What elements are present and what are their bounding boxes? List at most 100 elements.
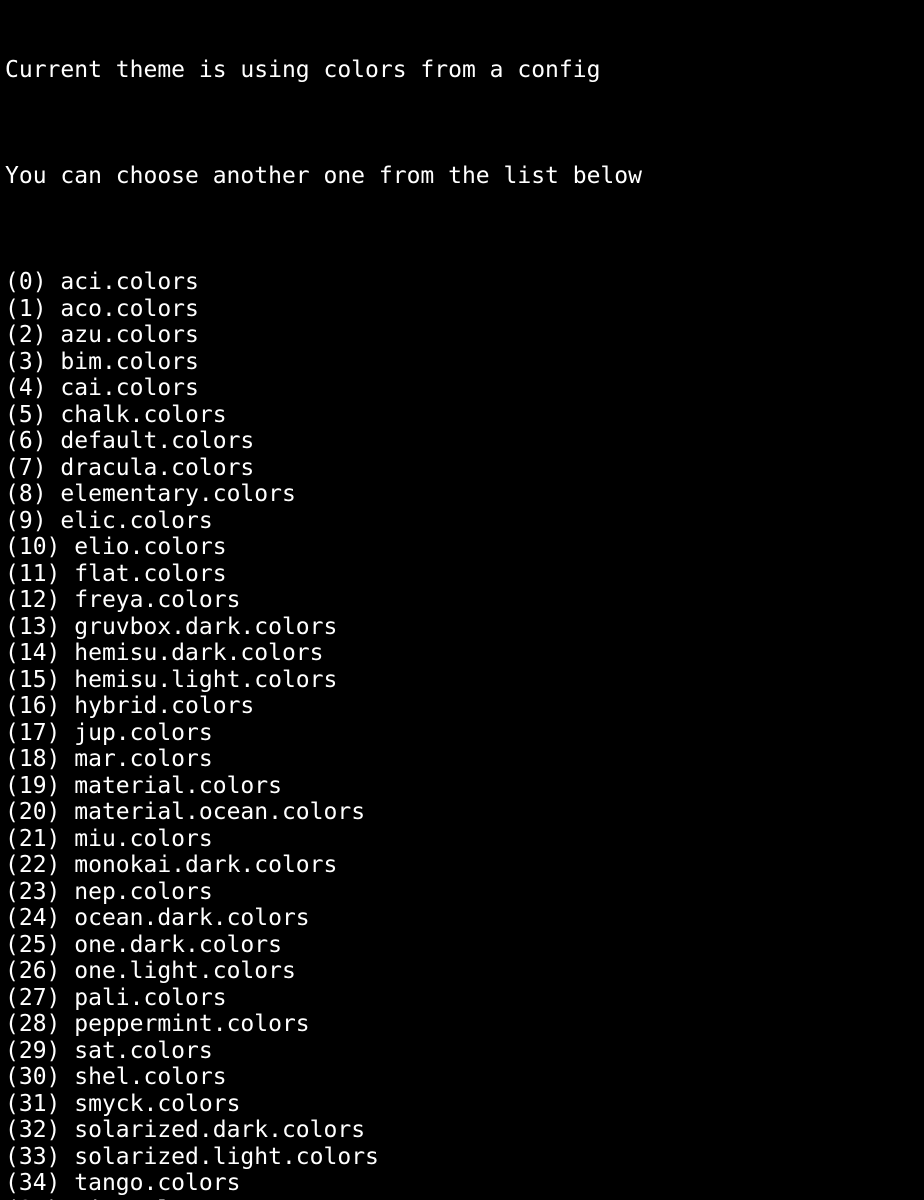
list-item-index: (9) bbox=[5, 507, 47, 534]
terminal-window[interactable]: Current theme is using colors from a con… bbox=[0, 0, 924, 1200]
list-item-label: mar.colors bbox=[74, 746, 213, 772]
list-item[interactable]: (1) aco.colors bbox=[5, 296, 642, 323]
list-item-index: (12) bbox=[5, 587, 61, 613]
list-item[interactable]: (11) flat.colors bbox=[5, 561, 642, 588]
list-item-index: (30) bbox=[5, 1064, 61, 1090]
list-item-label: default.colors bbox=[60, 428, 255, 454]
list-item-label: chalk.colors bbox=[60, 401, 227, 428]
list-item-label: jup.colors bbox=[74, 719, 213, 746]
list-item-label: dracula.colors bbox=[60, 454, 255, 481]
list-item-index: (10) bbox=[5, 534, 61, 560]
list-item-label: azu.colors bbox=[60, 322, 199, 348]
list-item[interactable]: (4) cai.colors bbox=[5, 375, 642, 402]
list-item[interactable]: (2) azu.colors bbox=[5, 322, 642, 349]
list-item[interactable]: (19) material.colors bbox=[5, 773, 642, 800]
list-item-label: peppermint.colors bbox=[74, 1011, 310, 1037]
list-item-index: (27) bbox=[5, 984, 61, 1011]
list-item[interactable]: (26) one.light.colors bbox=[5, 958, 642, 985]
list-item-index: (8) bbox=[5, 481, 47, 507]
list-item-index: (11) bbox=[5, 560, 61, 587]
list-item-label: hybrid.colors bbox=[74, 693, 255, 719]
list-item-index: (16) bbox=[5, 693, 61, 719]
list-item-index: (3) bbox=[5, 348, 47, 375]
list-item[interactable]: (16) hybrid.colors bbox=[5, 693, 642, 720]
list-item[interactable]: (35) tin.colors bbox=[5, 1197, 642, 1200]
list-item[interactable]: (13) gruvbox.dark.colors bbox=[5, 614, 642, 641]
list-item[interactable]: (8) elementary.colors bbox=[5, 481, 642, 508]
list-item[interactable]: (33) solarized.light.colors bbox=[5, 1144, 642, 1171]
list-item-label: cai.colors bbox=[60, 375, 199, 401]
list-item-label: material.ocean.colors bbox=[74, 799, 366, 825]
list-item-label: solarized.dark.colors bbox=[74, 1117, 366, 1143]
list-item[interactable]: (32) solarized.dark.colors bbox=[5, 1117, 642, 1144]
list-item-index: (6) bbox=[5, 428, 47, 454]
list-item[interactable]: (14) hemisu.dark.colors bbox=[5, 640, 642, 667]
list-item-label: material.colors bbox=[74, 772, 282, 799]
list-item-label: nep.colors bbox=[74, 878, 213, 905]
list-item-index: (23) bbox=[5, 878, 61, 905]
list-item-label: one.light.colors bbox=[74, 958, 296, 984]
list-item-index: (29) bbox=[5, 1037, 61, 1064]
list-item[interactable]: (18) mar.colors bbox=[5, 746, 642, 773]
list-item-label: tin.colors bbox=[74, 1197, 212, 1200]
list-item[interactable]: (24) ocean.dark.colors bbox=[5, 905, 642, 932]
list-item-index: (20) bbox=[5, 799, 61, 825]
list-item-index: (24) bbox=[5, 905, 61, 931]
list-item-label: elio.colors bbox=[74, 534, 227, 560]
list-item[interactable]: (21) miu.colors bbox=[5, 826, 642, 853]
list-item-index: (15) bbox=[5, 666, 61, 693]
list-item-label: tango.colors bbox=[74, 1170, 241, 1196]
list-item[interactable]: (30) shel.colors bbox=[5, 1064, 642, 1091]
scrolled-off-line: Current theme is using colors from a con… bbox=[5, 57, 601, 83]
list-item-label: monokai.dark.colors bbox=[74, 852, 338, 878]
list-item-index: (22) bbox=[5, 852, 61, 878]
list-item[interactable]: (10) elio.colors bbox=[5, 534, 642, 561]
theme-list: (0) aci.colors (1) aco.colors (2) azu.colo… bbox=[5, 269, 642, 1200]
list-item-label: shel.colors bbox=[74, 1064, 227, 1090]
list-item[interactable]: (6) default.colors bbox=[5, 428, 642, 455]
list-item-index: (0) bbox=[5, 269, 47, 295]
list-item[interactable]: (34) tango.colors bbox=[5, 1170, 642, 1197]
list-item[interactable]: (28) peppermint.colors bbox=[5, 1011, 642, 1038]
list-header-text: You can choose another one from the list… bbox=[5, 163, 642, 189]
list-item[interactable]: (23) nep.colors bbox=[5, 879, 642, 906]
list-item-label: aci.colors bbox=[60, 269, 199, 295]
list-item-index: (32) bbox=[5, 1117, 61, 1143]
list-item-label: ocean.dark.colors bbox=[74, 905, 310, 931]
list-item-label: flat.colors bbox=[74, 560, 227, 587]
list-item[interactable]: (27) pali.colors bbox=[5, 985, 642, 1012]
list-item-label: bim.colors bbox=[60, 348, 199, 375]
list-item[interactable]: (22) monokai.dark.colors bbox=[5, 852, 642, 879]
list-item-index: (7) bbox=[5, 454, 47, 481]
list-item[interactable]: (20) material.ocean.colors bbox=[5, 799, 642, 826]
terminal-screen: Current theme is using colors from a con… bbox=[5, 0, 642, 1200]
list-item[interactable]: (3) bim.colors bbox=[5, 349, 642, 376]
list-item-label: one.dark.colors bbox=[74, 931, 282, 958]
list-item[interactable]: (0) aci.colors bbox=[5, 269, 642, 296]
list-item-index: (21) bbox=[5, 825, 61, 852]
list-item-label: hemisu.light.colors bbox=[74, 666, 338, 693]
list-item[interactable]: (9) elic.colors bbox=[5, 508, 642, 535]
list-item-index: (13) bbox=[5, 613, 61, 640]
list-item-label: elic.colors bbox=[60, 507, 213, 534]
list-item-label: solarized.light.colors bbox=[74, 1143, 379, 1170]
list-item-label: aco.colors bbox=[60, 295, 199, 322]
list-item[interactable]: (7) dracula.colors bbox=[5, 455, 642, 482]
list-item-index: (25) bbox=[5, 931, 61, 958]
list-item[interactable]: (29) sat.colors bbox=[5, 1038, 642, 1065]
list-item-label: sat.colors bbox=[74, 1037, 213, 1064]
list-item-label: pali.colors bbox=[74, 984, 227, 1011]
list-item-label: miu.colors bbox=[74, 825, 213, 852]
list-item-index: (18) bbox=[5, 746, 61, 772]
list-item-label: gruvbox.dark.colors bbox=[74, 613, 338, 640]
list-item[interactable]: (17) jup.colors bbox=[5, 720, 642, 747]
list-item-label: elementary.colors bbox=[60, 481, 296, 507]
list-item[interactable]: (25) one.dark.colors bbox=[5, 932, 642, 959]
list-item-label: freya.colors bbox=[74, 587, 241, 613]
list-item[interactable]: (15) hemisu.light.colors bbox=[5, 667, 642, 694]
list-item-index: (34) bbox=[5, 1170, 61, 1196]
list-item[interactable]: (5) chalk.colors bbox=[5, 402, 642, 429]
list-item[interactable]: (31) smyck.colors bbox=[5, 1091, 642, 1118]
list-item-index: (26) bbox=[5, 958, 61, 984]
list-item[interactable]: (12) freya.colors bbox=[5, 587, 642, 614]
